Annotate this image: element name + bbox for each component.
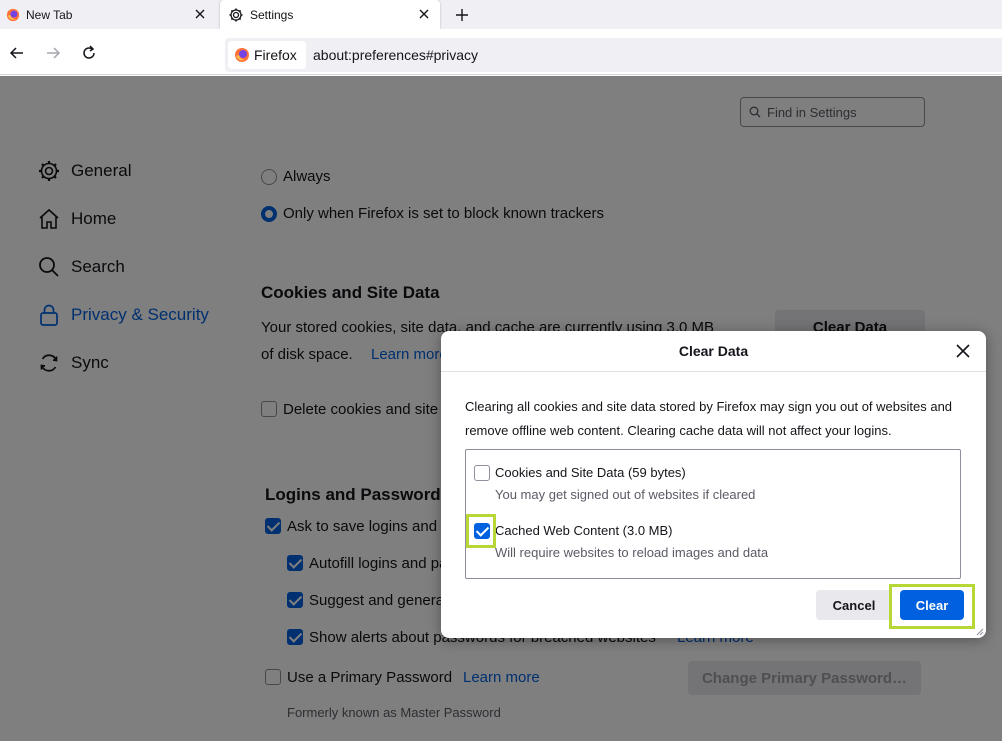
cookies-site-data-checkbox[interactable] <box>474 465 490 481</box>
cookies-site-data-sub: You may get signed out of websites if cl… <box>495 487 756 502</box>
dialog-divider <box>441 371 986 372</box>
cached-web-content-label: Cached Web Content (3.0 MB) <box>495 523 673 538</box>
tab-title: Settings <box>250 7 294 22</box>
dialog-description: Clearing all cookies and site data store… <box>465 399 953 438</box>
clear-button-highlight <box>889 584 975 629</box>
clear-data-dialog: Clear Data Clearing all cookies and site… <box>441 331 986 638</box>
back-arrow-icon[interactable] <box>8 44 26 62</box>
forward-arrow-icon[interactable] <box>44 44 62 62</box>
cached-web-content-sub: Will require websites to reload images a… <box>495 545 769 560</box>
tab-title: New Tab <box>26 7 73 22</box>
identity-label: Firefox <box>254 47 297 63</box>
tab-settings[interactable]: Settings <box>220 0 440 29</box>
reload-icon[interactable] <box>80 44 98 62</box>
cancel-button[interactable]: Cancel <box>816 590 892 620</box>
cookies-site-data-label: Cookies and Site Data (59 bytes) <box>495 465 686 480</box>
tab-strip: New Tab Settings <box>0 0 1002 29</box>
url-text[interactable]: about:preferences#privacy <box>313 47 478 63</box>
close-icon[interactable] <box>954 342 972 360</box>
firefox-icon <box>6 8 20 21</box>
dialog-title: Clear Data <box>678 343 749 359</box>
new-tab-plus-icon[interactable] <box>452 5 472 25</box>
tab-new-tab[interactable]: New Tab <box>0 0 216 29</box>
cached-checkbox-highlight <box>466 514 496 548</box>
gear-icon <box>229 8 243 21</box>
close-tab-icon[interactable] <box>416 6 432 22</box>
firefox-icon <box>235 48 249 62</box>
identity-box[interactable]: Firefox <box>228 41 306 69</box>
clear-options-box: Cookies and Site Data (59 bytes) You may… <box>465 449 961 579</box>
resize-grip-icon[interactable] <box>974 626 984 636</box>
close-tab-icon[interactable] <box>192 6 208 22</box>
